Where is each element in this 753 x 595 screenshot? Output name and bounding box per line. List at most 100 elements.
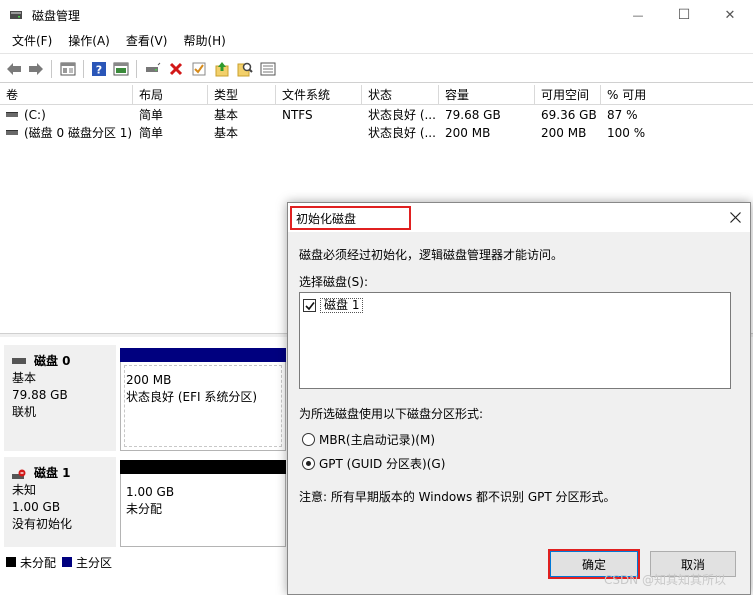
list-button[interactable]: [258, 59, 278, 79]
col-status[interactable]: 状态: [362, 85, 439, 105]
toolbar-separator: [136, 60, 137, 78]
menu-view[interactable]: 查看(V): [118, 30, 176, 52]
menu-help[interactable]: 帮助(H): [175, 30, 233, 52]
cell-percent-free: 87 %: [607, 108, 638, 122]
col-free-space[interactable]: 可用空间: [535, 85, 601, 105]
toolbar: ?: [0, 53, 753, 83]
menu-file[interactable]: 文件(F): [4, 30, 60, 52]
disk-0-type: 基本: [12, 371, 37, 385]
connect-drive-icon: [146, 62, 161, 72]
cell-type: 基本: [214, 108, 239, 122]
check-button[interactable]: [189, 59, 209, 79]
forward-button[interactable]: [26, 59, 46, 79]
initialize-disk-dialog: 初始化磁盘 磁盘必须经过初始化，逻辑磁盘管理器才能访问。 选择磁盘(S): 磁盘…: [287, 202, 751, 595]
volume-table-header: 卷 布局 类型 文件系统 状态 容量 可用空间 % 可用: [0, 85, 753, 105]
col-percent-free[interactable]: % 可用: [601, 85, 753, 105]
legend-swatch-primary: [62, 557, 73, 567]
back-arrow-icon: [7, 63, 21, 75]
properties-button[interactable]: [58, 59, 78, 79]
disk-icon: [12, 357, 26, 364]
dialog-close-button[interactable]: [724, 206, 746, 228]
check-icon: [192, 62, 206, 76]
col-capacity[interactable]: 容量: [439, 85, 535, 105]
disk-listbox[interactable]: 磁盘 1: [299, 292, 731, 389]
cell-percent-free: 100 %: [607, 126, 646, 140]
gpt-radio[interactable]: [302, 457, 315, 470]
forward-arrow-icon: [29, 63, 43, 75]
folder-up-button[interactable]: [212, 59, 232, 79]
menu-action[interactable]: 操作(A): [60, 30, 118, 52]
disk-1-checkbox[interactable]: [303, 299, 316, 312]
cell-filesystem: [276, 124, 282, 142]
uninitialized-disk-icon: [12, 469, 26, 479]
col-type[interactable]: 类型: [208, 85, 276, 105]
cell-type: 基本: [214, 126, 239, 140]
maximize-button[interactable]: ☐: [661, 0, 707, 30]
dialog-message: 磁盘必须经过初始化，逻辑磁盘管理器才能访问。: [299, 248, 564, 262]
disk-management-app-icon: [10, 11, 22, 19]
list-item[interactable]: 磁盘 1: [303, 298, 364, 313]
disk-1-type: 未知: [12, 483, 37, 497]
gpt-option[interactable]: GPT (GUID 分区表)(G): [302, 455, 445, 472]
volume-icon: [6, 112, 18, 117]
toolbar-separator: [51, 60, 52, 78]
cell-volume: (C:): [0, 106, 133, 124]
disk-1-partition-size: 1.00 GB: [126, 485, 175, 499]
cell-free-space: 69.36 GB: [541, 108, 597, 122]
disk-0-partition-size: 200 MB: [126, 373, 172, 387]
col-filesystem[interactable]: 文件系统: [276, 85, 362, 105]
cell-capacity: 200 MB: [445, 126, 491, 140]
unallocated-partition-bar: [120, 460, 286, 474]
disk-1-size: 1.00 GB: [12, 500, 61, 514]
back-button[interactable]: [4, 59, 24, 79]
col-volume[interactable]: 卷: [0, 85, 133, 105]
cell-status: 状态良好 (...: [368, 108, 436, 122]
console-button[interactable]: [111, 59, 131, 79]
cell-capacity: 79.68 GB: [445, 108, 501, 122]
mbr-label: MBR(主启动记录)(M): [319, 433, 436, 447]
dialog-note: 注意: 所有早期版本的 Windows 都不识别 GPT 分区形式。: [299, 490, 616, 504]
legend-unallocated: 未分配: [20, 555, 57, 570]
col-layout[interactable]: 布局: [133, 85, 208, 105]
mbr-radio[interactable]: [302, 433, 315, 446]
window-title: 磁盘管理: [32, 9, 81, 23]
help-button[interactable]: ?: [89, 59, 109, 79]
cell-layout: 简单: [139, 108, 164, 122]
svg-text:?: ?: [96, 64, 102, 77]
menu-bar: 文件(F) 操作(A) 查看(V) 帮助(H): [0, 30, 753, 52]
checkmark-icon: [304, 301, 315, 310]
gpt-label: GPT (GUID 分区表)(G): [319, 457, 446, 471]
disk-0-label[interactable]: 磁盘 0 基本 79.88 GB 联机: [4, 345, 116, 451]
partition-style-label: 为所选磁盘使用以下磁盘分区形式:: [299, 407, 484, 421]
disk-0-partition[interactable]: 200 MB 状态良好 (EFI 系统分区): [120, 362, 286, 451]
cell-filesystem: NTFS: [282, 108, 313, 122]
delete-icon: [169, 62, 183, 76]
delete-button[interactable]: [166, 59, 186, 79]
volume-icon: [6, 130, 18, 135]
close-icon: ✕: [724, 7, 736, 23]
primary-partition-bar: [120, 348, 286, 362]
cell-layout: 简单: [139, 126, 164, 140]
table-row[interactable]: (磁盘 0 磁盘分区 1) 简单 基本 状态良好 (... 200 MB 200…: [0, 124, 753, 142]
disk-1-partition-status: 未分配: [126, 502, 163, 516]
cell-free-space: 200 MB: [541, 126, 587, 140]
search-button[interactable]: [235, 59, 255, 79]
disk-1-partition[interactable]: 1.00 GB 未分配: [120, 474, 286, 547]
disk-1-label[interactable]: 磁盘 1 未知 1.00 GB 没有初始化: [4, 457, 116, 547]
connect-drive-button[interactable]: [143, 59, 163, 79]
minimize-button[interactable]: —: [615, 0, 661, 30]
maximize-icon: ☐: [677, 7, 691, 23]
disk-0-partition-status: 状态良好 (EFI 系统分区): [126, 390, 258, 404]
properties-icon: [60, 62, 76, 76]
table-row[interactable]: (C:) 简单 基本 NTFS 状态良好 (... 79.68 GB 69.36…: [0, 106, 753, 124]
help-icon: ?: [92, 62, 106, 77]
console-icon: [113, 62, 129, 76]
mbr-option[interactable]: MBR(主启动记录)(M): [302, 431, 435, 448]
close-button[interactable]: ✕: [707, 0, 753, 30]
cell-status: 状态良好 (...: [368, 126, 436, 140]
dialog-title-bar: 初始化磁盘: [288, 203, 750, 232]
close-icon: [729, 211, 741, 223]
folder-up-icon: [215, 62, 229, 77]
legend-swatch-unallocated: [6, 557, 16, 567]
disk-0-status: 联机: [12, 405, 37, 419]
